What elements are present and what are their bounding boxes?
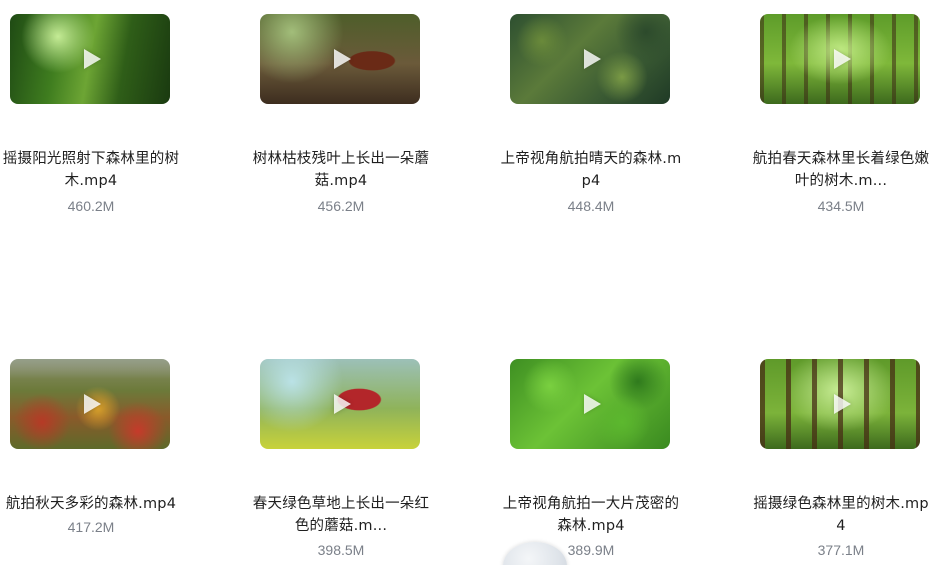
video-filesize: 417.2M	[67, 519, 115, 535]
play-icon	[334, 49, 351, 69]
video-grid: 摇摄阳光照射下森林里的树木.mp4 460.2M 树林枯枝残叶上长出一朵蘑菇.m…	[0, 0, 950, 565]
video-thumbnail[interactable]	[760, 14, 920, 104]
video-filesize: 398.5M	[317, 542, 365, 558]
video-thumbnail[interactable]	[10, 14, 170, 104]
video-thumbnail[interactable]	[10, 359, 170, 449]
video-filename: 春天绿色草地上长出一朵红色的蘑菇.m...	[252, 496, 430, 534]
video-filename: 上帝视角航拍一大片茂密的森林.mp4	[502, 496, 680, 534]
video-filesize: 377.1M	[817, 542, 865, 558]
video-card[interactable]: 航拍春天森林里长着绿色嫩叶的树木.m... 434.5M	[750, 14, 940, 224]
video-thumbnail[interactable]	[510, 359, 670, 449]
video-filename: 航拍春天森林里长着绿色嫩叶的树木.m...	[752, 151, 930, 189]
video-card[interactable]: 航拍秋天多彩的森林.mp4 417.2M	[0, 359, 190, 564]
video-filesize: 456.2M	[317, 198, 365, 214]
play-icon	[334, 394, 351, 414]
video-filename: 摇摄阳光照射下森林里的树木.mp4	[2, 151, 180, 189]
play-icon	[584, 394, 601, 414]
play-icon	[84, 49, 101, 69]
video-filesize: 434.5M	[817, 198, 865, 214]
video-thumbnail[interactable]	[260, 359, 420, 449]
video-thumbnail[interactable]	[260, 14, 420, 104]
play-icon	[584, 49, 601, 69]
video-filename: 摇摄绿色森林里的树木.mp4	[753, 496, 929, 534]
video-filesize: 448.4M	[567, 198, 615, 214]
video-card[interactable]: 春天绿色草地上长出一朵红色的蘑菇.m... 398.5M	[250, 359, 440, 564]
video-filename: 上帝视角航拍晴天的森林.mp4	[500, 151, 682, 189]
play-icon	[84, 394, 101, 414]
video-filename: 树林枯枝残叶上长出一朵蘑菇.mp4	[252, 151, 430, 189]
video-card[interactable]: 树林枯枝残叶上长出一朵蘑菇.mp4 456.2M	[250, 14, 440, 224]
video-card[interactable]: 上帝视角航拍晴天的森林.mp4 448.4M	[500, 14, 690, 224]
video-thumbnail[interactable]	[760, 359, 920, 449]
video-filename: 航拍秋天多彩的森林.mp4	[5, 496, 177, 512]
video-card[interactable]: 上帝视角航拍一大片茂密的森林.mp4 389.9M	[500, 359, 690, 564]
video-filesize: 460.2M	[67, 198, 115, 214]
play-icon	[834, 49, 851, 69]
video-card[interactable]: 摇摄绿色森林里的树木.mp4 377.1M	[750, 359, 940, 564]
video-card[interactable]: 摇摄阳光照射下森林里的树木.mp4 460.2M	[0, 14, 190, 224]
play-icon	[834, 394, 851, 414]
video-thumbnail[interactable]	[510, 14, 670, 104]
